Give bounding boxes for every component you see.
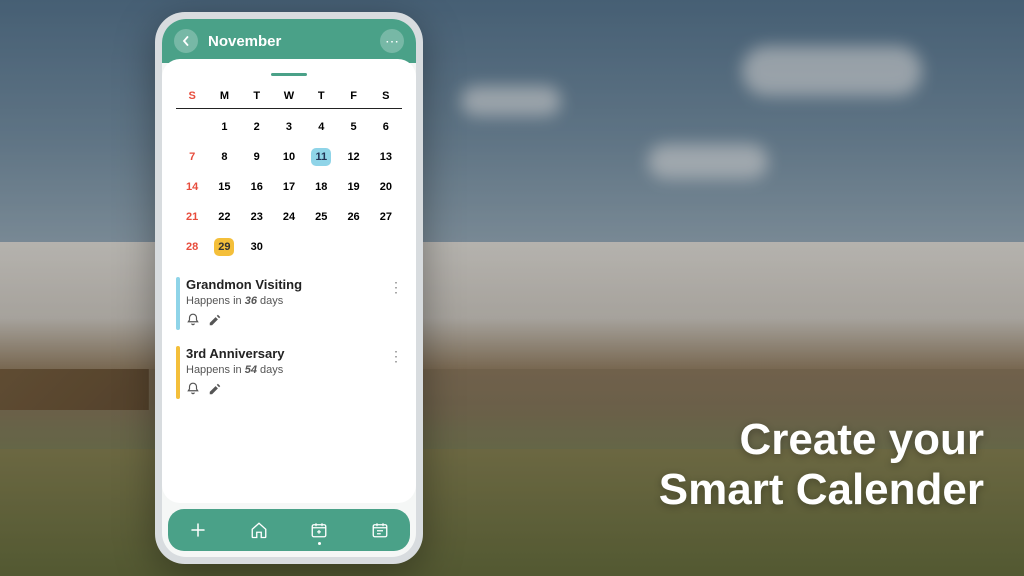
- nav-active-indicator: [318, 542, 321, 545]
- marketing-tagline: Create your Smart Calender: [659, 415, 984, 516]
- calendar-day[interactable]: 27: [370, 203, 402, 231]
- calendar-day[interactable]: 12: [337, 143, 369, 171]
- calendar-day[interactable]: 13: [370, 143, 402, 171]
- event-card[interactable]: ⋮ 3rd Anniversary Happens in 54 days: [176, 346, 402, 399]
- calendar-day[interactable]: 7: [176, 143, 208, 171]
- calendar-day[interactable]: 17: [273, 173, 305, 201]
- calendar-day[interactable]: 3: [273, 113, 305, 141]
- calendar-day[interactable]: 5: [337, 113, 369, 141]
- weekday-label: T: [305, 86, 337, 106]
- event-menu-button[interactable]: ⋮: [389, 348, 402, 365]
- more-button[interactable]: ⋯: [380, 29, 404, 53]
- plus-icon: [189, 521, 207, 539]
- event-title: Grandmon Visiting: [186, 277, 392, 292]
- weekday-label: S: [370, 86, 402, 106]
- event-subtitle: Happens in 36 days: [186, 295, 392, 307]
- nav-calendar-list-button[interactable]: [360, 521, 400, 539]
- calendar-day[interactable]: 11: [305, 143, 337, 171]
- bell-icon[interactable]: [186, 313, 200, 330]
- tagline-line-2: Smart Calender: [659, 465, 984, 516]
- event-color-bar: [176, 277, 180, 330]
- bottom-nav: [168, 509, 410, 551]
- calendar-day[interactable]: 22: [208, 203, 240, 231]
- calendar-card: S M T W T F S .1234567891011121314151617…: [162, 59, 416, 503]
- calendar-day[interactable]: 15: [208, 173, 240, 201]
- calendar-day[interactable]: 2: [241, 113, 273, 141]
- header-month-title: November: [208, 33, 370, 50]
- nav-calendar-add-button[interactable]: [299, 521, 339, 539]
- weekday-label: W: [273, 86, 305, 106]
- event-actions: [186, 382, 392, 399]
- calendar-day[interactable]: 25: [305, 203, 337, 231]
- calendar-weekday-row: S M T W T F S: [176, 86, 402, 106]
- calendar-day[interactable]: 26: [337, 203, 369, 231]
- calendar-day[interactable]: 21: [176, 203, 208, 231]
- calendar-add-icon: [310, 521, 328, 539]
- calendar-day[interactable]: 28: [176, 233, 208, 261]
- nav-home-button[interactable]: [239, 521, 279, 539]
- ellipsis-icon: ⋯: [385, 33, 399, 50]
- app-header: November ⋯: [162, 19, 416, 63]
- calendar-day[interactable]: 9: [241, 143, 273, 171]
- calendar-day[interactable]: 24: [273, 203, 305, 231]
- chevron-left-icon: [181, 36, 191, 46]
- calendar-day[interactable]: 4: [305, 113, 337, 141]
- event-color-bar: [176, 346, 180, 399]
- calendar-day[interactable]: 20: [370, 173, 402, 201]
- event-card[interactable]: ⋮ Grandmon Visiting Happens in 36 days: [176, 277, 402, 330]
- weekday-label: M: [208, 86, 240, 106]
- calendar-day[interactable]: 1: [208, 113, 240, 141]
- calendar-day[interactable]: 23: [241, 203, 273, 231]
- home-icon: [250, 521, 268, 539]
- weekday-label: S: [176, 86, 208, 106]
- bell-icon[interactable]: [186, 382, 200, 399]
- nav-add-button[interactable]: [178, 521, 218, 539]
- phone-screen: November ⋯ S M T W T F S .12345678910111…: [162, 19, 416, 557]
- event-subtitle: Happens in 54 days: [186, 364, 392, 376]
- calendar-check-icon: [371, 521, 389, 539]
- event-menu-button[interactable]: ⋮: [389, 279, 402, 296]
- calendar-day[interactable]: 16: [241, 173, 273, 201]
- calendar-days-grid: .123456789101112131415161718192021222324…: [176, 113, 402, 261]
- calendar-day[interactable]: 14: [176, 173, 208, 201]
- event-actions: [186, 313, 392, 330]
- calendar-day[interactable]: 30: [241, 233, 273, 261]
- event-title: 3rd Anniversary: [186, 346, 392, 361]
- calendar-day[interactable]: 10: [273, 143, 305, 171]
- weekday-label: T: [241, 86, 273, 106]
- weekday-label: F: [337, 86, 369, 106]
- back-button[interactable]: [174, 29, 198, 53]
- calendar-day[interactable]: 6: [370, 113, 402, 141]
- calendar-day[interactable]: 8: [208, 143, 240, 171]
- divider: [176, 108, 402, 109]
- drag-handle[interactable]: [271, 73, 307, 76]
- phone-frame: November ⋯ S M T W T F S .12345678910111…: [155, 12, 423, 564]
- edit-icon[interactable]: [208, 313, 222, 330]
- tagline-line-1: Create your: [659, 415, 984, 466]
- calendar-day[interactable]: 29: [208, 233, 240, 261]
- calendar-day[interactable]: 18: [305, 173, 337, 201]
- edit-icon[interactable]: [208, 382, 222, 399]
- calendar-day[interactable]: 19: [337, 173, 369, 201]
